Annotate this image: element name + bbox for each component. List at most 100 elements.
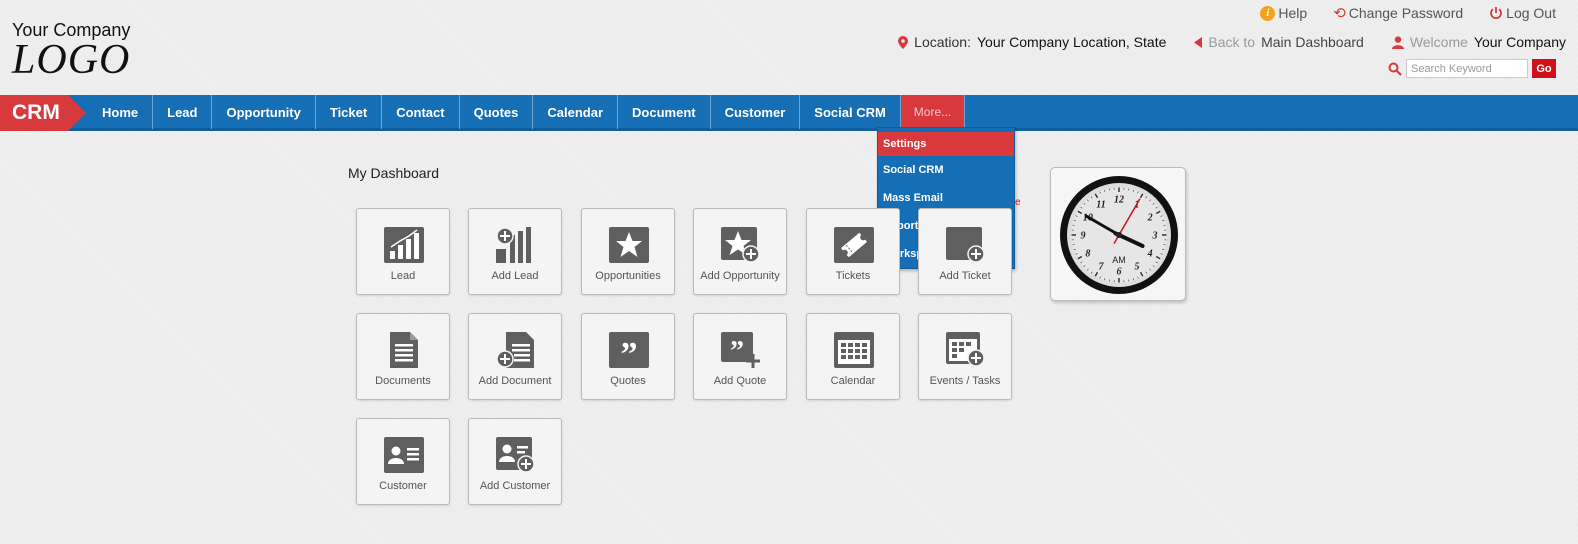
clock-numeral: 6 bbox=[1117, 267, 1122, 278]
tile-label: Tickets bbox=[835, 270, 871, 282]
clock-center bbox=[1116, 232, 1122, 238]
tile-add-quote[interactable]: ” Add Quote bbox=[693, 313, 787, 400]
change-password-link[interactable]: ⟲ Change Password bbox=[1333, 4, 1463, 22]
back-label: Back to bbox=[1208, 34, 1256, 50]
clock-numeral: 12 bbox=[1114, 195, 1124, 206]
tile-label: Documents bbox=[375, 375, 431, 387]
clock-numeral: 2 bbox=[1147, 213, 1153, 224]
tile-calendar[interactable]: Calendar bbox=[806, 313, 900, 400]
nav-items: Home Lead Opportunity Ticket Contact Quo… bbox=[88, 95, 966, 131]
tile-label: Add Ticket bbox=[939, 270, 991, 282]
nav-contact[interactable]: Contact bbox=[382, 95, 460, 129]
nav-social-crm[interactable]: Social CRM bbox=[800, 95, 901, 129]
tile-documents[interactable]: Documents bbox=[356, 313, 450, 400]
power-icon bbox=[1490, 7, 1503, 20]
info-bar: Location: Your Company Location, State B… bbox=[898, 34, 1566, 50]
tile-customer[interactable]: Customer bbox=[356, 418, 450, 505]
svg-text:”: ” bbox=[621, 336, 638, 368]
location-pin-icon bbox=[898, 35, 909, 49]
nav-calendar[interactable]: Calendar bbox=[533, 95, 619, 129]
clock-numeral: 3 bbox=[1152, 231, 1158, 242]
menu-item-settings[interactable]: Settings bbox=[878, 132, 1014, 156]
clock-numeral: 8 bbox=[1085, 249, 1090, 260]
location-value: Your Company Location, State bbox=[976, 34, 1167, 50]
svg-text:”: ” bbox=[730, 336, 744, 367]
location-info: Location: Your Company Location, State bbox=[898, 34, 1166, 50]
nav-ticket[interactable]: Ticket bbox=[316, 95, 383, 129]
back-link-label: Main Dashboard bbox=[1261, 34, 1364, 50]
dashboard-title: My Dashboard bbox=[348, 165, 440, 181]
tile-quotes[interactable]: ” Quotes bbox=[581, 313, 675, 400]
tile-label: Opportunities bbox=[595, 270, 661, 282]
logout-link[interactable]: Log Out bbox=[1489, 4, 1556, 22]
company-logo[interactable]: LOGO bbox=[12, 36, 130, 84]
crm-badge-label: CRM bbox=[12, 101, 60, 124]
logout-label: Log Out bbox=[1506, 5, 1556, 21]
search-input[interactable] bbox=[1406, 59, 1528, 78]
back-arrow-icon bbox=[1194, 36, 1203, 48]
back-to-dashboard[interactable]: Back to Main Dashboard bbox=[1194, 34, 1364, 50]
welcome-info: Welcome Your Company bbox=[1391, 34, 1566, 50]
help-link[interactable]: i Help bbox=[1260, 4, 1307, 22]
analog-clock: 121234567891011 AM bbox=[1060, 176, 1178, 294]
tile-label: Lead bbox=[390, 270, 416, 282]
tile-add-lead[interactable]: Add Lead bbox=[468, 208, 562, 295]
tile-label: Customer bbox=[379, 480, 427, 492]
tile-label: Add Document bbox=[478, 375, 552, 387]
nav-customer[interactable]: Customer bbox=[711, 95, 801, 129]
top-links: i Help ⟲ Change Password Log Out bbox=[1260, 4, 1556, 22]
nav-lead[interactable]: Lead bbox=[153, 95, 213, 129]
tile-label: Add Customer bbox=[479, 480, 551, 492]
clock-numeral: 4 bbox=[1147, 249, 1153, 260]
search-icon bbox=[1388, 62, 1402, 76]
clock-widget: 121234567891011 AM bbox=[1050, 167, 1186, 301]
refresh-icon: ⟲ bbox=[1333, 5, 1346, 22]
help-label: Help bbox=[1278, 5, 1308, 21]
add-event-icon bbox=[946, 332, 985, 367]
welcome-label: Welcome bbox=[1409, 34, 1468, 50]
tile-lead[interactable]: Lead bbox=[356, 208, 450, 295]
help-icon: i bbox=[1260, 5, 1276, 21]
tile-label: Add Opportunity bbox=[700, 270, 780, 282]
add-ticket-icon bbox=[946, 227, 985, 263]
clock-numeral: 5 bbox=[1135, 262, 1140, 273]
clock-ampm: AM bbox=[1112, 255, 1126, 265]
tile-add-customer[interactable]: Add Customer bbox=[468, 418, 562, 505]
quote-icon: ” bbox=[609, 332, 649, 368]
tile-add-document[interactable]: Add Document bbox=[468, 313, 562, 400]
tile-add-opportunity[interactable]: Add Opportunity bbox=[693, 208, 787, 295]
crm-badge[interactable]: CRM bbox=[0, 95, 88, 131]
ticket-icon bbox=[834, 227, 874, 263]
bar-chart-icon bbox=[384, 227, 424, 263]
add-quote-icon: ” bbox=[721, 332, 760, 368]
welcome-value: Your Company bbox=[1473, 34, 1566, 50]
document-icon bbox=[390, 332, 418, 368]
nav-home[interactable]: Home bbox=[88, 95, 154, 129]
add-chart-icon bbox=[496, 227, 531, 263]
nav-document[interactable]: Document bbox=[618, 95, 711, 129]
tile-label: Events / Tasks bbox=[929, 375, 1001, 387]
partially-hidden-text: e bbox=[1015, 197, 1021, 208]
go-button[interactable]: Go bbox=[1532, 59, 1556, 78]
contact-card-icon bbox=[384, 437, 424, 473]
tile-add-ticket[interactable]: Add Ticket bbox=[918, 208, 1012, 295]
nav-more[interactable]: More... bbox=[900, 95, 966, 129]
tile-label: Add Quote bbox=[713, 375, 767, 387]
clock-numeral: 9 bbox=[1081, 231, 1086, 242]
tile-label: Calendar bbox=[830, 375, 876, 387]
star-icon bbox=[609, 227, 649, 263]
tile-events-tasks[interactable]: Events / Tasks bbox=[918, 313, 1012, 400]
add-contact-icon bbox=[496, 437, 535, 473]
nav-opportunity[interactable]: Opportunity bbox=[212, 95, 316, 129]
tile-label: Quotes bbox=[610, 375, 646, 387]
change-password-label: Change Password bbox=[1348, 5, 1464, 21]
user-icon bbox=[1391, 35, 1404, 49]
calendar-icon bbox=[834, 332, 874, 368]
tile-opportunities[interactable]: Opportunities bbox=[581, 208, 675, 295]
tile-label: Add Lead bbox=[491, 270, 539, 282]
tile-tickets[interactable]: Tickets bbox=[806, 208, 900, 295]
nav-quotes[interactable]: Quotes bbox=[460, 95, 534, 129]
menu-item-social-crm[interactable]: Social CRM bbox=[878, 156, 1014, 184]
add-star-icon bbox=[721, 227, 760, 263]
location-label: Location: bbox=[914, 34, 971, 50]
